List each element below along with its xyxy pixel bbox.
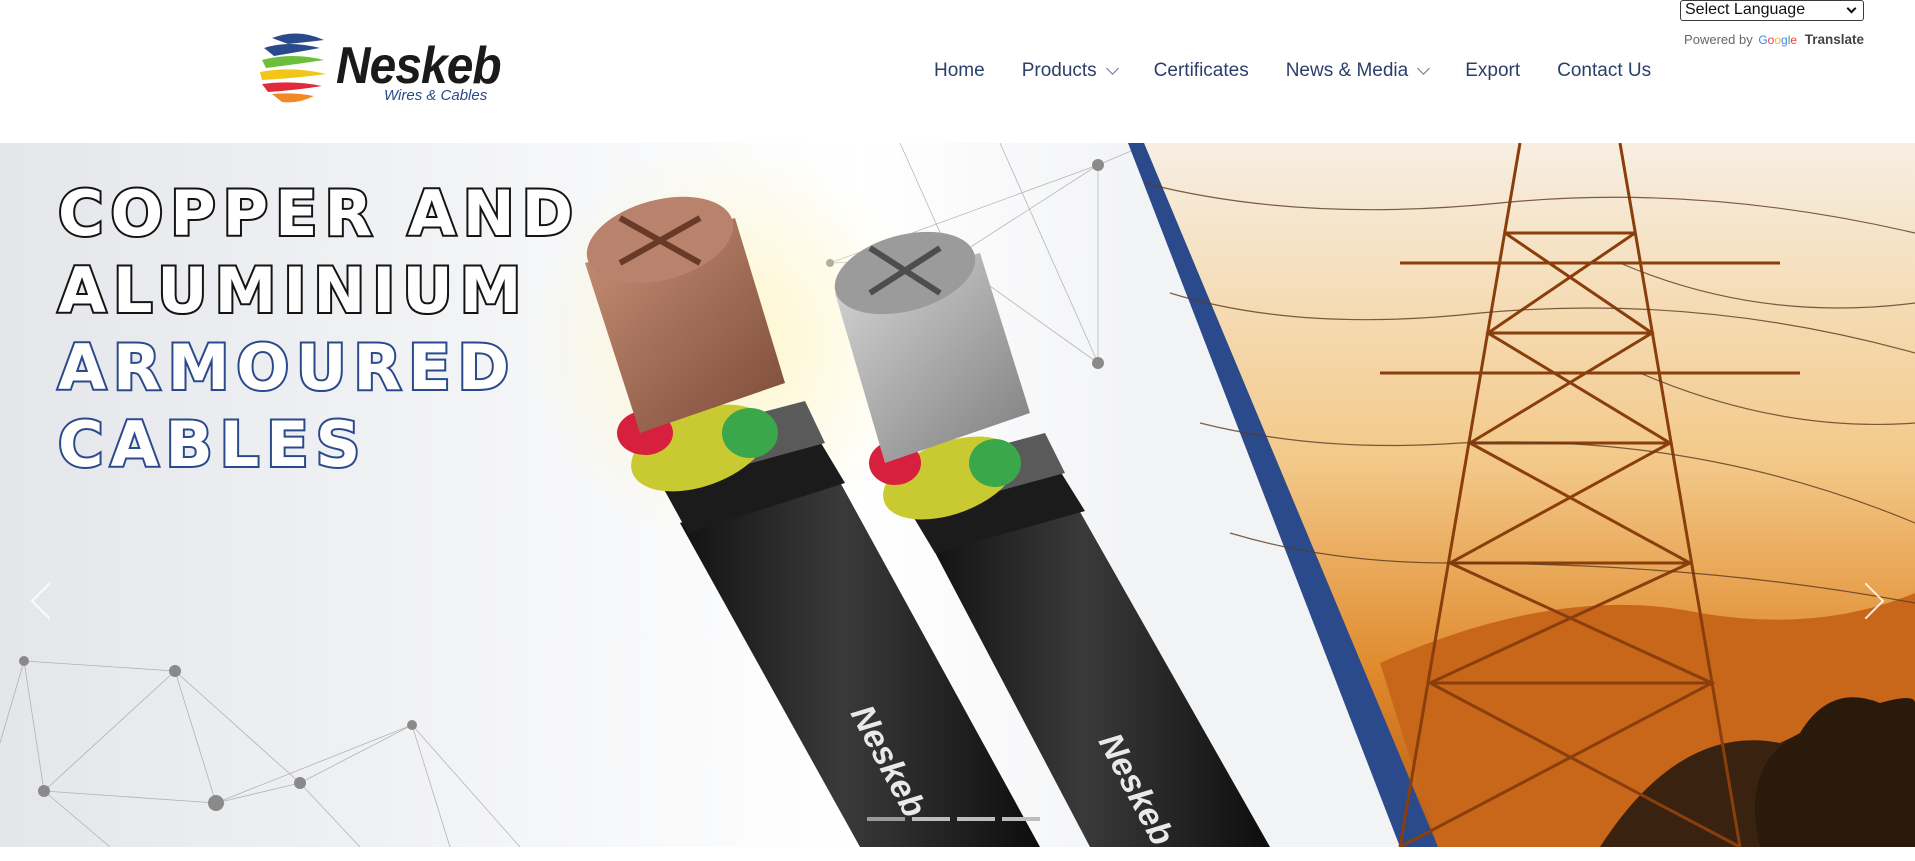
hero-headline: COPPER AND ALUMINIUM ARMOURED CABLES	[56, 175, 581, 483]
main-nav: Home Products Certificates News & Media …	[934, 58, 1651, 84]
chevron-down-icon	[1105, 62, 1119, 75]
nav-home-label: Home	[934, 60, 985, 81]
nav-certificates[interactable]: Certificates	[1154, 60, 1249, 82]
slider-dot-3[interactable]	[957, 817, 995, 821]
hero-headline-line-2: ALUMINIUM	[56, 252, 529, 329]
slider-dot-2[interactable]	[912, 817, 950, 821]
brand-name[interactable]: Neskeb	[336, 40, 502, 92]
language-select[interactable]: Select Language	[1680, 0, 1864, 21]
hero-headline-line-1: COPPER AND	[56, 175, 581, 252]
language-select-value: Select Language	[1685, 1, 1806, 18]
hero-headline-line-4: CABLES	[56, 406, 368, 483]
nav-products[interactable]: Products	[1021, 60, 1119, 82]
google-logo: Google	[1758, 33, 1798, 47]
slider-dot-4[interactable]	[1002, 817, 1040, 821]
nav-contact-us-label: Contact Us	[1557, 60, 1652, 81]
nav-news-media[interactable]: News & Media	[1285, 60, 1431, 82]
hero-headline-line-3: ARMOURED	[56, 329, 517, 406]
slider-pagination	[867, 817, 1047, 821]
google-translate-widget: Select Language Powered by Google Transl…	[1680, 0, 1864, 47]
nav-contact-us[interactable]: Contact Us	[1557, 60, 1651, 82]
hero-slider: Neskeb Neskeb COPPER AND ALUMINIUM ARMOU…	[0, 143, 1915, 847]
nav-news-media-label: News & Media	[1285, 60, 1409, 81]
chevron-down-icon	[1846, 3, 1857, 14]
translate-link[interactable]: Translate	[1805, 32, 1864, 47]
brand-tagline: Wires & Cables	[384, 87, 488, 104]
nav-export-label: Export	[1465, 60, 1521, 81]
powered-by-text: Powered by	[1684, 32, 1753, 47]
nav-certificates-label: Certificates	[1153, 60, 1249, 81]
chevron-down-icon	[1417, 62, 1431, 75]
nav-export[interactable]: Export	[1465, 60, 1520, 82]
powered-by-google-translate: Powered by Google Translate	[1680, 32, 1864, 47]
slider-dot-1[interactable]	[867, 817, 905, 821]
site-header: Neskeb Wires & Cables Home Products Cert…	[0, 0, 1915, 143]
nav-home[interactable]: Home	[934, 60, 985, 82]
nav-products-label: Products	[1021, 60, 1097, 81]
